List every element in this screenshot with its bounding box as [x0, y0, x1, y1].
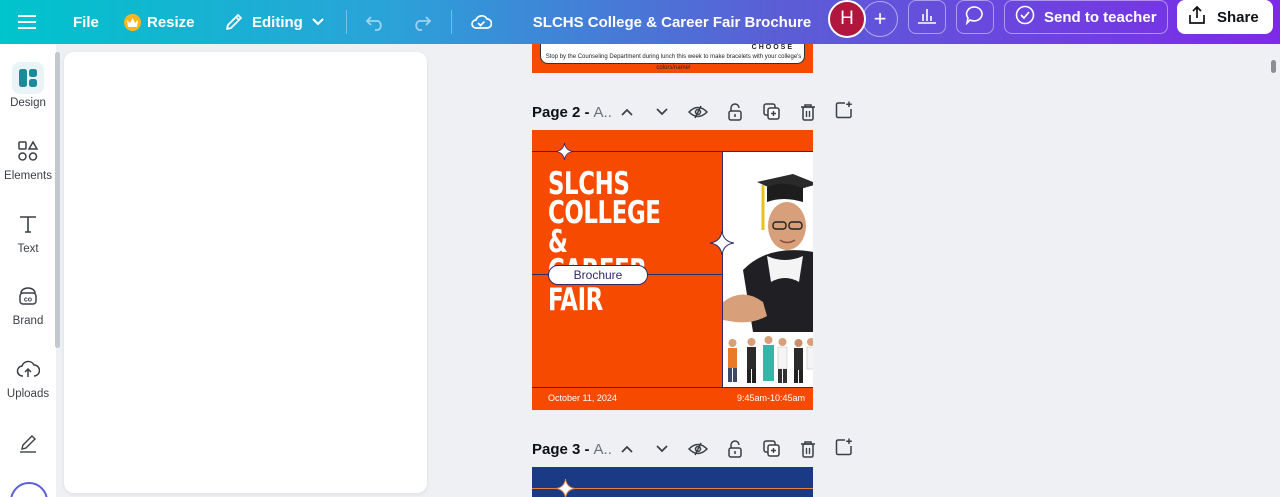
sidebar-item-label: Brand — [12, 315, 44, 327]
lock-icon[interactable] — [725, 100, 745, 124]
text-icon — [12, 208, 44, 240]
share-label: Share — [1217, 8, 1259, 26]
trash-icon[interactable] — [798, 437, 818, 461]
hide-icon[interactable] — [688, 437, 708, 461]
resize-label: Resize — [147, 13, 195, 31]
chevron-up-icon[interactable] — [617, 100, 637, 124]
page-3-header: Page 3 - A.. — [532, 437, 612, 461]
sidebar-item-elements[interactable]: Elements — [0, 135, 56, 182]
chevron-up-icon[interactable] — [617, 437, 637, 461]
send-label: Send to teacher — [1044, 8, 1157, 26]
toolbar-divider — [346, 10, 347, 34]
comment-icon — [965, 5, 985, 30]
editing-label: Editing — [252, 13, 303, 31]
check-circle-icon — [1015, 5, 1035, 29]
crown-icon — [124, 13, 141, 31]
page-title: Page 3 - — [532, 440, 590, 458]
draw-icon — [12, 426, 44, 458]
sparkle-icon — [556, 143, 573, 160]
page-1-caption: Stop by the Counseling Department during… — [545, 54, 802, 71]
page-1-thumbnail[interactable]: CHOOSE Stop by the Counseling Department… — [532, 44, 813, 73]
canvas-scrollbar[interactable] — [1271, 60, 1276, 73]
page-1-content-box: CHOOSE Stop by the Counseling Department… — [540, 44, 805, 71]
lock-icon[interactable] — [725, 437, 745, 461]
graduate-photo — [722, 152, 813, 387]
page-title: Page 2 - — [532, 103, 590, 121]
page-3-thumbnail[interactable] — [532, 467, 813, 497]
sparkle-icon — [710, 231, 734, 255]
pencil-icon — [224, 12, 244, 32]
send-to-teacher-button[interactable]: Send to teacher — [1004, 0, 1168, 34]
event-date: October 11, 2024 — [548, 393, 617, 403]
object-panel — [64, 52, 427, 493]
design-title[interactable]: SLCHS College & Career Fair Brochure — [530, 0, 814, 44]
sparkle-icon — [556, 479, 575, 497]
duplicate-icon[interactable] — [762, 437, 782, 461]
brochure-pill: Brochure — [548, 265, 648, 285]
menu-icon[interactable] — [18, 0, 36, 44]
sidebar-item-text[interactable]: Text — [0, 208, 56, 255]
chevron-down-icon[interactable] — [652, 100, 672, 124]
avatar[interactable]: H — [828, 0, 866, 38]
shapes-icon — [12, 135, 44, 167]
sidebar-item-uploads[interactable]: Uploads — [0, 353, 56, 400]
undo-icon[interactable] — [365, 0, 385, 44]
resize-button[interactable]: Resize — [124, 0, 195, 44]
sidebar-item-label: Uploads — [6, 388, 50, 400]
chevron-down-icon[interactable] — [652, 437, 672, 461]
duplicate-icon[interactable] — [762, 100, 782, 124]
insights-button[interactable] — [908, 0, 946, 34]
toolbar-divider — [451, 10, 452, 34]
add-collaborator-button[interactable]: + — [862, 1, 898, 37]
event-time: 9:45am-10:45am — [736, 393, 805, 403]
page-2-thumbnail[interactable]: SLCHS COLLEGE & CAREER FAIR Brochure — [532, 130, 813, 410]
cloud-upload-icon — [12, 353, 44, 385]
design-icon — [12, 62, 44, 94]
page-name[interactable]: A.. — [594, 104, 612, 121]
file-menu[interactable]: File — [73, 0, 99, 44]
svg-text:co: co — [24, 297, 32, 304]
brand-icon: co — [12, 280, 44, 312]
sidebar-item-label: Elements — [4, 170, 52, 182]
sidebar-scrollbar[interactable] — [55, 52, 60, 348]
chevron-down-icon — [311, 17, 325, 27]
page-name[interactable]: A.. — [594, 441, 612, 458]
top-toolbar: File Resize Editing SLCHS College & Care… — [0, 0, 1280, 44]
upload-icon — [1187, 5, 1207, 29]
bar-chart-icon — [917, 6, 937, 29]
sidebar-item-label: Text — [17, 243, 39, 255]
editing-mode-dropdown[interactable]: Editing — [224, 0, 325, 44]
sidebar-item-design[interactable]: Design — [0, 62, 56, 109]
share-button[interactable]: Share — [1177, 0, 1273, 34]
page-1-clip-text: CHOOSE — [751, 44, 794, 51]
sidebar-item-label: Design — [10, 97, 46, 109]
add-page-icon[interactable] — [834, 435, 854, 459]
sidebar-item-draw[interactable] — [0, 426, 56, 461]
trash-icon[interactable] — [798, 100, 818, 124]
redo-icon[interactable] — [412, 0, 432, 44]
left-sidebar: Design Elements Text co Brand Uploads — [0, 44, 56, 497]
plus-icon: + — [873, 6, 887, 31]
cloud-saved-icon[interactable] — [470, 0, 492, 44]
hide-icon[interactable] — [688, 100, 708, 124]
title-line: COLLEGE & — [548, 195, 661, 260]
comments-button[interactable] — [956, 0, 994, 34]
add-page-icon[interactable] — [834, 98, 854, 122]
sidebar-item-brand[interactable]: co Brand — [0, 280, 56, 327]
page-2-header: Page 2 - A.. — [532, 100, 612, 124]
divider-line — [532, 387, 813, 388]
brochure-title: SLCHS COLLEGE & CAREER FAIR — [548, 169, 687, 316]
